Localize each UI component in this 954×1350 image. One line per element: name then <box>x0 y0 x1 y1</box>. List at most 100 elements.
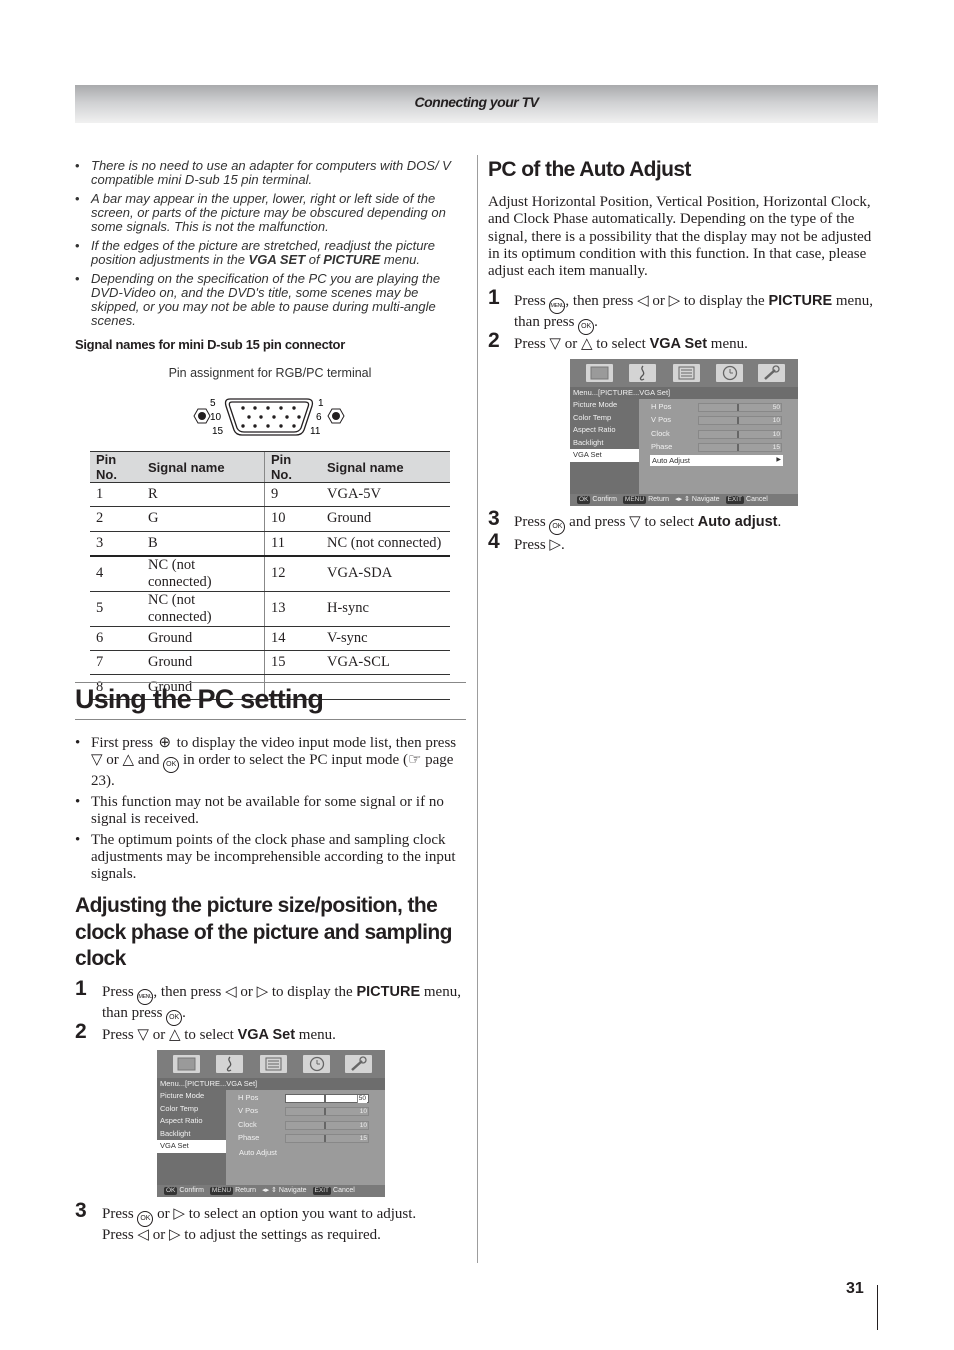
osd-menu-item[interactable]: Backlight <box>157 1128 226 1141</box>
adjust-section-title: Adjusting the picture size/position, the… <box>75 894 452 970</box>
title-rule-top <box>75 682 466 683</box>
signal-name-cell: B <box>142 531 265 557</box>
slider-value: 50 <box>772 403 780 411</box>
picture-icon <box>173 1055 200 1073</box>
osd-auto-adjust-item[interactable]: Auto Adjust <box>237 1147 370 1158</box>
setup-icon <box>260 1055 287 1073</box>
menu-button-icon: MENU <box>137 989 154 1005</box>
osd-menu-item[interactable]: Aspect Ratio <box>157 1115 226 1128</box>
page-number-rule <box>877 1285 878 1330</box>
exit-key: EXIT <box>725 496 745 504</box>
osd-menu-item[interactable]: Color Temp <box>157 1103 226 1116</box>
navigate-arrows-icon: ◂▸ ⇕ <box>262 1187 277 1194</box>
slider-center-mark <box>737 430 739 438</box>
note-item: • There is no need to use an adapter for … <box>75 158 451 187</box>
osd-menu-item[interactable]: Backlight <box>570 437 639 450</box>
osd-setting-slider[interactable]: 50 <box>698 402 782 412</box>
tv-osd-vga-set-menu: Menu...[PICTURE...VGA Set] Picture Mode Co… <box>157 1050 385 1197</box>
slider-value: 10 <box>359 1107 367 1115</box>
menu-key: MENU <box>622 496 647 504</box>
pin-label-15: 15 <box>212 426 224 437</box>
notes-list: • There is no need to use an adapter for … <box>75 159 465 333</box>
signal-name-cell: H-sync <box>321 591 450 627</box>
col-header: Pin No. <box>264 451 321 483</box>
screw-left-icon <box>193 408 211 424</box>
auto-step-3: 3 Press OK and press ▽ to select Auto ad… <box>488 508 878 535</box>
osd-setting-label: V Pos <box>651 415 672 424</box>
pin-number-cell: 1 <box>90 482 142 508</box>
signal-name-cell: Ground <box>321 506 450 532</box>
ok-button-icon: OK <box>578 319 595 335</box>
osd-footer: OK Confirm MENU Return ◂▸ ⇕ Navigate EXIT Cance… <box>570 494 798 506</box>
signal-name-cell: Ground <box>142 650 265 676</box>
ok-button-icon: OK <box>137 1211 154 1227</box>
osd-setting-label: H Pos <box>238 1093 259 1102</box>
pin-number-cell: 6 <box>90 626 142 652</box>
signal-name-cell: VGA-SCL <box>321 650 450 676</box>
signal-name-cell: NC (not connected) <box>142 555 265 592</box>
pin-number-cell: 3 <box>90 531 142 557</box>
pin-number-cell: 4 <box>90 555 142 592</box>
pin-number-cell: 15 <box>264 650 321 676</box>
menu-key: MENU <box>209 1187 234 1195</box>
auto-adjust-title: PC of the Auto Adjust <box>488 158 691 181</box>
pin-label-5: 5 <box>210 398 216 409</box>
pin-label-6: 6 <box>316 412 322 423</box>
osd-setting-slider[interactable]: 50 <box>285 1093 369 1103</box>
osd-setting-slider[interactable]: 10 <box>698 429 782 439</box>
osd-menu-item[interactable]: VGA Set <box>157 1140 226 1153</box>
osd-left-menu: Picture Mode Color Temp Aspect Ratio Backli… <box>570 399 639 494</box>
picture-icon <box>586 364 613 382</box>
osd-setting-slider[interactable]: 10 <box>285 1120 369 1130</box>
table-row: 6 Ground 14 V-sync <box>90 626 450 652</box>
pin-section-title: Signal names for mini D-sub 15 pin conne… <box>75 337 345 352</box>
osd-setting-label: Clock <box>238 1120 257 1129</box>
osd-setting-slider[interactable]: 15 <box>285 1133 369 1143</box>
auto-step-2: 2 Press ▽ or △ to select VGA Set menu. <box>488 329 748 352</box>
slider-value: 50 <box>356 1094 367 1103</box>
signal-name-cell: V-sync <box>321 626 450 652</box>
slider-center-mark <box>737 443 739 451</box>
signal-name-cell: Ground <box>142 626 265 652</box>
ok-key: OK <box>577 496 591 504</box>
tools-icon <box>345 1055 372 1073</box>
signal-name-cell: VGA-SDA <box>321 555 450 592</box>
osd-setting-slider[interactable]: 15 <box>698 442 782 452</box>
setup-icon <box>673 364 700 382</box>
pin-number-cell: 14 <box>264 626 321 652</box>
ok-button-icon: OK <box>163 757 180 773</box>
table-row: 4 NC (not connected) 12 VGA-SDA <box>90 555 450 592</box>
pin-number-cell: 13 <box>264 591 321 627</box>
pin-dots <box>241 406 301 428</box>
table-row: 5 NC (not connected) 13 H-sync <box>90 591 450 627</box>
play-arrow-icon: ▶ <box>776 457 781 463</box>
osd-left-menu: Picture Mode Color Temp Aspect Ratio Backli… <box>157 1090 226 1185</box>
osd-setting-label: V Pos <box>238 1106 259 1115</box>
osd-menu-item[interactable]: Color Temp <box>570 412 639 425</box>
pc-setting-title: Using the PC setting <box>75 684 324 714</box>
slider-center-mark <box>737 416 739 424</box>
menu-button-icon: MENU <box>549 298 566 314</box>
osd-setting-label: Phase <box>651 442 673 451</box>
osd-menu-item[interactable]: Aspect Ratio <box>570 424 639 437</box>
osd-menu-item[interactable]: Picture Mode <box>570 399 639 412</box>
osd-auto-adjust-item[interactable]: Auto Adjust ▶ <box>650 455 783 466</box>
table-header-row: Pin No. Signal name Pin No. Signal name <box>90 451 450 483</box>
signal-name-cell: VGA-5V <box>321 482 450 508</box>
slider-center-mark <box>324 1094 326 1102</box>
osd-setting-slider[interactable]: 10 <box>285 1106 369 1116</box>
auto-adjust-paragraph: Adjust Horizontal Position, Vertical Pos… <box>488 194 872 280</box>
title-rule-bottom <box>75 719 466 720</box>
osd-menu-item[interactable]: VGA Set <box>570 449 639 462</box>
osd-setting-label: Clock <box>651 429 670 438</box>
table-row: 7 Ground 15 VGA-SCL <box>90 650 450 676</box>
osd-menu-item[interactable]: Picture Mode <box>157 1090 226 1103</box>
dsub15-connector-diagram: 5 10 15 1 6 11 <box>193 398 345 437</box>
screw-right-icon <box>327 408 345 424</box>
adjust-step-2: 2 Press ▽ or △ to select VGA Set menu. <box>75 1020 336 1043</box>
exit-key: EXIT <box>312 1187 332 1195</box>
osd-setting-slider[interactable]: 10 <box>698 415 782 425</box>
pin-number-cell: 7 <box>90 650 142 676</box>
pin-number-cell: 11 <box>264 531 321 557</box>
table-row: 2 G 10 Ground <box>90 506 450 532</box>
